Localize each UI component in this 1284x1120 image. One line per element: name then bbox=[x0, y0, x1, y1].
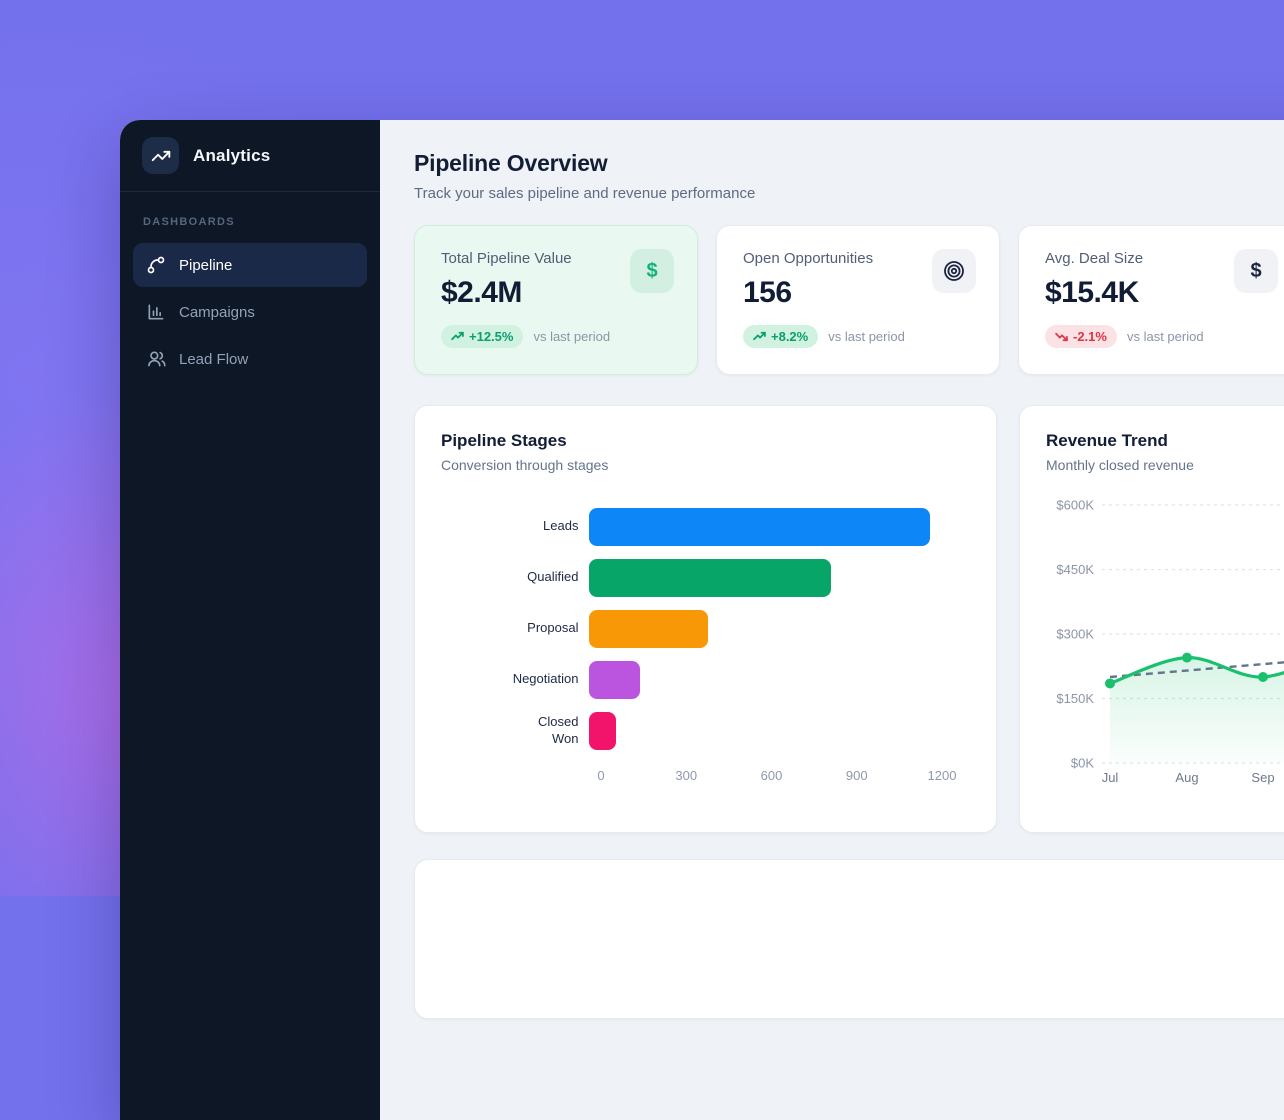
bar-track bbox=[589, 508, 970, 546]
sidebar-item-label: Lead Flow bbox=[179, 351, 248, 368]
revenue-trend-line-chart: $600K $450K $300K $150K $0K Jul Aug Sep bbox=[1046, 483, 1284, 795]
y-axis-tick: $0K bbox=[1071, 756, 1094, 771]
stat-card-avg-deal-size: Avg. Deal Size $15.4K -2.1% vs last peri… bbox=[1018, 225, 1284, 375]
stat-footer: +8.2% vs last period bbox=[743, 325, 973, 348]
data-point bbox=[1258, 672, 1268, 682]
x-axis-label: Aug bbox=[1175, 770, 1198, 785]
pipeline-stages-bar-chart: Leads Qualified Proposal Negotiation Clo… bbox=[441, 501, 970, 756]
trend-up-icon bbox=[753, 330, 766, 343]
trend-up-icon bbox=[451, 330, 464, 343]
bar-track bbox=[589, 610, 970, 648]
pipeline-stages-title: Pipeline Stages bbox=[441, 431, 970, 451]
bar-track bbox=[589, 559, 970, 597]
bar-category-label: Negotiation bbox=[441, 671, 589, 687]
change-badge: +8.2% bbox=[743, 325, 818, 348]
y-axis-tick: $450K bbox=[1056, 562, 1094, 577]
bar-track bbox=[589, 712, 970, 750]
stat-footer: +12.5% vs last period bbox=[441, 325, 671, 348]
revenue-trend-card: Revenue Trend Monthly closed revenue $60… bbox=[1019, 405, 1284, 833]
app-window: Analytics DASHBOARDS Pipeline Campaigns … bbox=[120, 120, 1284, 1120]
sidebar-logo-row: Analytics bbox=[120, 120, 380, 192]
trend-down-icon bbox=[1055, 330, 1068, 343]
data-point bbox=[1182, 653, 1192, 663]
sidebar-item-label: Campaigns bbox=[179, 304, 255, 321]
pipeline-icon bbox=[146, 255, 166, 275]
stat-card-total-pipeline-value: Total Pipeline Value $2.4M +12.5% vs las… bbox=[414, 225, 698, 375]
bar-row-qualified: Qualified bbox=[441, 552, 970, 603]
stat-card-open-opportunities: Open Opportunities 156 +8.2% vs last per… bbox=[716, 225, 1000, 375]
change-badge: +12.5% bbox=[441, 325, 523, 348]
x-axis-tick: 300 bbox=[675, 768, 697, 783]
bar-category-label: Closed Won bbox=[441, 714, 589, 747]
x-axis-label: Jul bbox=[1102, 770, 1119, 785]
compare-label: vs last period bbox=[828, 329, 905, 344]
bar-row-proposal: Proposal bbox=[441, 603, 970, 654]
compare-label: vs last period bbox=[1127, 329, 1204, 344]
change-value: +12.5% bbox=[469, 329, 513, 344]
y-axis-tick: $600K bbox=[1056, 498, 1094, 513]
charts-row: Pipeline Stages Conversion through stage… bbox=[414, 405, 1284, 833]
sidebar-item-campaigns[interactable]: Campaigns bbox=[133, 290, 367, 334]
stats-row: Total Pipeline Value $2.4M +12.5% vs las… bbox=[414, 225, 1284, 375]
app-title: Analytics bbox=[193, 146, 270, 166]
x-axis-label: Sep bbox=[1251, 770, 1274, 785]
bar bbox=[589, 610, 708, 648]
bar-chart-x-axis: 03006009001200 bbox=[601, 768, 942, 788]
page-subtitle: Track your sales pipeline and revenue pe… bbox=[414, 185, 1284, 202]
x-axis-tick: 900 bbox=[846, 768, 868, 783]
change-value: +8.2% bbox=[771, 329, 808, 344]
bar-row-closed-won: Closed Won bbox=[441, 705, 970, 756]
pipeline-stages-card: Pipeline Stages Conversion through stage… bbox=[414, 405, 997, 833]
bar bbox=[589, 712, 616, 750]
trending-up-icon bbox=[142, 137, 179, 174]
change-badge: -2.1% bbox=[1045, 325, 1117, 348]
x-axis-tick: 1200 bbox=[928, 768, 957, 783]
bar-category-label: Proposal bbox=[441, 620, 589, 636]
sidebar-item-lead-flow[interactable]: Lead Flow bbox=[133, 337, 367, 381]
x-axis-tick: 0 bbox=[597, 768, 604, 783]
revenue-trend-title: Revenue Trend bbox=[1046, 431, 1284, 451]
page-title: Pipeline Overview bbox=[414, 150, 1284, 177]
sidebar: Analytics DASHBOARDS Pipeline Campaigns … bbox=[120, 120, 380, 1120]
bar bbox=[589, 661, 640, 699]
y-axis-tick: $300K bbox=[1056, 627, 1094, 642]
stat-footer: -2.1% vs last period bbox=[1045, 325, 1275, 348]
main-content: Pipeline Overview Track your sales pipel… bbox=[380, 120, 1284, 1120]
bar bbox=[589, 508, 930, 546]
bar-row-negotiation: Negotiation bbox=[441, 654, 970, 705]
bar bbox=[589, 559, 831, 597]
compare-label: vs last period bbox=[533, 329, 610, 344]
bar-track bbox=[589, 661, 970, 699]
sidebar-item-label: Pipeline bbox=[179, 257, 232, 274]
sidebar-item-pipeline[interactable]: Pipeline bbox=[133, 243, 367, 287]
pipeline-stages-subtitle: Conversion through stages bbox=[441, 457, 970, 473]
bottom-card-partial bbox=[414, 859, 1284, 1019]
x-axis-tick: 600 bbox=[761, 768, 783, 783]
bar-category-label: Qualified bbox=[441, 569, 589, 585]
sidebar-nav: DASHBOARDS Pipeline Campaigns Lead Flow bbox=[120, 192, 380, 400]
users-icon bbox=[146, 349, 166, 369]
revenue-area bbox=[1110, 649, 1284, 763]
bar-category-label: Leads bbox=[441, 518, 589, 534]
revenue-trend-subtitle: Monthly closed revenue bbox=[1046, 457, 1284, 473]
change-value: -2.1% bbox=[1073, 329, 1107, 344]
y-axis-tick: $150K bbox=[1056, 691, 1094, 706]
dollar-icon: $ bbox=[630, 249, 674, 293]
data-point bbox=[1105, 678, 1115, 688]
bar-row-leads: Leads bbox=[441, 501, 970, 552]
bar-chart-icon bbox=[146, 302, 166, 322]
dollar-icon: $ bbox=[1234, 249, 1278, 293]
target-icon bbox=[932, 249, 976, 293]
sidebar-section-label: DASHBOARDS bbox=[143, 216, 357, 228]
